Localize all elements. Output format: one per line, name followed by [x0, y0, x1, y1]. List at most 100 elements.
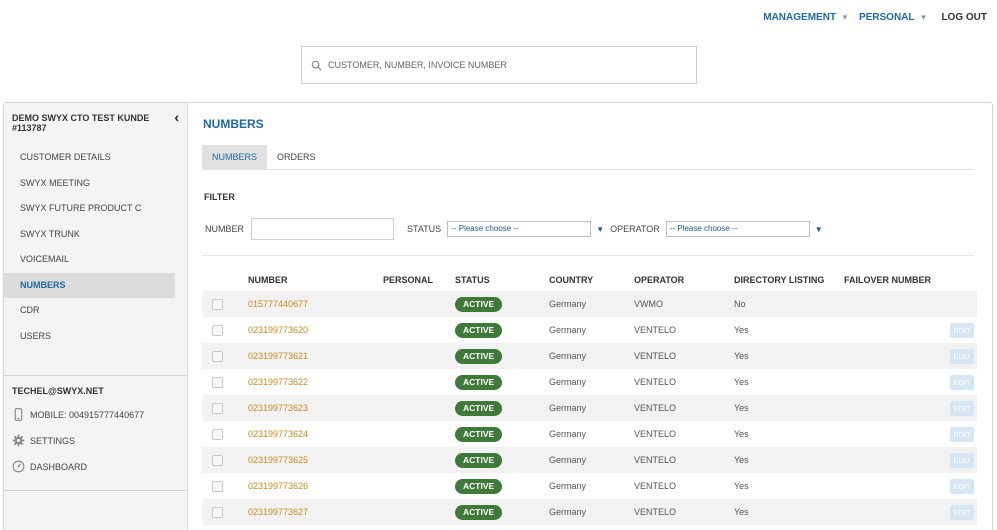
settings-link[interactable]: SETTINGS — [12, 434, 75, 447]
page-title: NUMBERS — [203, 117, 264, 131]
country-cell: Germany — [549, 377, 587, 387]
sidebar-item-numbers[interactable]: NUMBERS — [4, 272, 175, 298]
row-checkbox[interactable] — [212, 480, 223, 492]
number-link[interactable]: 023199773626 — [248, 481, 308, 491]
directory-listing-cell: Yes — [734, 403, 749, 413]
directory-listing-cell: Yes — [734, 377, 749, 387]
status-badge: ACTIVE — [455, 426, 503, 442]
header-personal[interactable]: PERSONAL — [383, 275, 455, 285]
directory-listing-cell: Yes — [734, 455, 749, 465]
top-nav: MANAGEMENT ▼ PERSONAL ▼ LOG OUT — [763, 12, 987, 23]
operator-cell: VENTELO — [634, 507, 677, 517]
personal-menu[interactable]: PERSONAL ▼ — [859, 12, 937, 23]
search-input[interactable] — [328, 60, 688, 70]
country-cell: Germany — [549, 325, 587, 335]
edit-button[interactable]: EDIT — [950, 400, 974, 416]
sidebar-item-swyx-meeting[interactable]: SWYX MEETING — [4, 171, 175, 197]
personal-label: PERSONAL — [858, 12, 915, 23]
status-filter: STATUS -- Please choose -- ▼ — [407, 221, 610, 237]
customer-title: DEMO SWYX CTO TEST KUNDE #113787 — [12, 113, 150, 133]
number-link[interactable]: 023199773620 — [248, 325, 308, 335]
sidebar-item-customer-details[interactable]: CUSTOMER DETAILS — [4, 145, 175, 171]
number-link[interactable]: 023199773627 — [248, 507, 308, 517]
caret-down-icon[interactable]: ▼ — [596, 225, 604, 234]
mobile-phone-icon — [14, 408, 23, 421]
directory-listing-cell: No — [734, 299, 746, 309]
directory-listing-cell: Yes — [734, 481, 749, 491]
number-link[interactable]: 023199773621 — [248, 351, 308, 361]
country-cell: Germany — [549, 429, 587, 439]
row-checkbox[interactable] — [212, 298, 223, 310]
number-link[interactable]: 023199773622 — [248, 377, 308, 387]
filter-row: NUMBER STATUS -- Please choose -- ▼ OPER… — [205, 218, 829, 240]
header-directory-listing[interactable]: DIRECTORY LISTING — [734, 275, 844, 285]
number-link[interactable]: 015777440677 — [248, 299, 308, 309]
content-panel: DEMO SWYX CTO TEST KUNDE #113787 ‹ CUSTO… — [3, 102, 993, 530]
sidebar-item-cdr[interactable]: CDR — [4, 298, 175, 324]
status-badge: ACTIVE — [455, 348, 503, 364]
number-filter-input[interactable] — [251, 218, 395, 240]
number-filter-label: NUMBER — [205, 224, 245, 234]
row-checkbox[interactable] — [212, 324, 223, 336]
row-checkbox[interactable] — [212, 350, 223, 362]
header-country[interactable]: COUNTRY — [549, 275, 634, 285]
status-select[interactable]: -- Please choose -- — [447, 221, 592, 237]
edit-button[interactable]: EDIT — [950, 374, 974, 390]
operator-cell: VWMO — [634, 299, 663, 309]
management-label: MANAGEMENT — [763, 12, 837, 23]
management-menu[interactable]: MANAGEMENT ▼ — [763, 12, 859, 23]
header-failover-number[interactable]: FAILOVER NUMBER — [844, 275, 950, 285]
operator-cell: VENTELO — [634, 429, 677, 439]
tab-numbers[interactable]: NUMBERS — [202, 145, 268, 169]
country-cell: Germany — [549, 299, 587, 309]
operator-cell: VENTELO — [634, 351, 677, 361]
row-checkbox[interactable] — [212, 402, 223, 414]
country-cell: Germany — [549, 351, 587, 361]
edit-button[interactable]: EDIT — [950, 478, 974, 494]
number-link[interactable]: 023199773625 — [248, 455, 308, 465]
logout-link[interactable]: LOG OUT — [941, 12, 987, 23]
divider — [4, 375, 187, 376]
row-checkbox[interactable] — [212, 376, 223, 388]
table-row: 023199773623 ACTIVE Germany VENTELO Yes EDIT — [202, 395, 977, 421]
chevron-left-icon[interactable]: ‹ — [174, 109, 179, 125]
global-search — [301, 46, 697, 84]
edit-button[interactable]: EDIT — [950, 426, 974, 442]
dashboard-link[interactable]: DASHBOARD — [12, 460, 87, 473]
tab-orders[interactable]: ORDERS — [267, 145, 326, 169]
operator-cell: VENTELO — [634, 481, 677, 491]
sidebar-item-swyx-future-product[interactable]: SWYX FUTURE PRODUCT C — [4, 196, 175, 222]
country-cell: Germany — [549, 507, 587, 517]
table-row: 023199773620 ACTIVE Germany VENTELO Yes EDIT — [202, 317, 977, 343]
divider — [4, 490, 187, 491]
sidebar-item-voicemail[interactable]: VOICEMAIL — [4, 247, 175, 273]
sidebar: DEMO SWYX CTO TEST KUNDE #113787 ‹ CUSTO… — [4, 103, 188, 530]
main-content: NUMBERS NUMBERS ORDERS FILTER NUMBER STA… — [188, 103, 992, 530]
edit-button[interactable]: EDIT — [950, 348, 974, 364]
edit-button[interactable]: EDIT — [950, 504, 974, 520]
number-link[interactable]: 023199773624 — [248, 429, 308, 439]
sidebar-item-swyx-trunk[interactable]: SWYX TRUNK — [4, 222, 175, 248]
header-number[interactable]: NUMBER — [248, 275, 383, 285]
row-checkbox[interactable] — [212, 428, 223, 440]
caret-down-icon[interactable]: ▼ — [815, 225, 823, 234]
edit-button[interactable]: EDIT — [950, 322, 974, 338]
table-row: 015777440677 ACTIVE Germany VWMO No — [202, 291, 977, 317]
number-link[interactable]: 023199773623 — [248, 403, 308, 413]
header-status[interactable]: STATUS — [455, 275, 549, 285]
row-checkbox[interactable] — [212, 454, 223, 466]
operator-cell: VENTELO — [634, 403, 677, 413]
table-row: 023199773627 ACTIVE Germany VENTELO Yes EDIT — [202, 499, 977, 525]
numbers-table: NUMBER PERSONAL STATUS COUNTRY OPERATOR … — [202, 269, 977, 525]
caret-down-icon: ▼ — [841, 13, 849, 22]
sidebar-item-users[interactable]: USERS — [4, 324, 175, 350]
header-operator[interactable]: OPERATOR — [634, 275, 734, 285]
status-badge: ACTIVE — [455, 452, 503, 468]
edit-button[interactable]: EDIT — [950, 452, 974, 468]
operator-select[interactable]: -- Please choose -- — [665, 221, 810, 237]
status-filter-label: STATUS — [407, 224, 442, 234]
row-checkbox[interactable] — [212, 506, 223, 518]
filter-title: FILTER — [204, 192, 235, 202]
mobile-line[interactable]: MOBILE: 004915777440677 — [12, 408, 144, 421]
dashboard-label: DASHBOARD — [30, 461, 88, 472]
